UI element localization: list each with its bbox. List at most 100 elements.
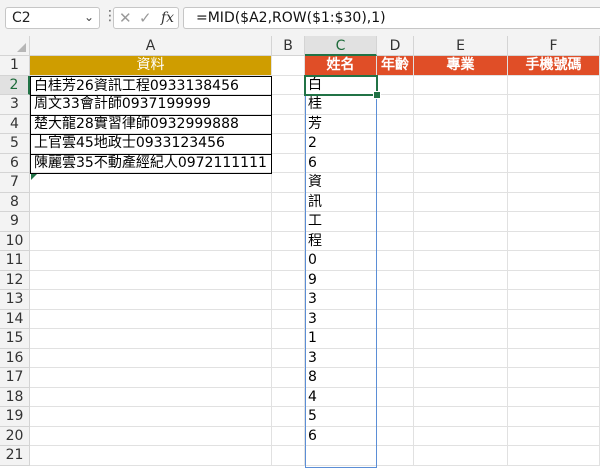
cell-e8[interactable] [414, 192, 508, 212]
cell-c15[interactable]: 1 [305, 329, 377, 349]
row-header-11[interactable]: 11 [0, 251, 30, 271]
cell-a12[interactable] [30, 270, 272, 290]
cell-c5[interactable]: 2 [305, 134, 377, 154]
cell-c18[interactable]: 4 [305, 387, 377, 407]
cell-b18[interactable] [272, 387, 305, 407]
cell-a10[interactable] [30, 231, 272, 251]
cell-a20[interactable] [30, 426, 272, 446]
header-f1[interactable]: 手機號碼 [508, 56, 600, 76]
cell-c17[interactable]: 8 [305, 368, 377, 388]
worksheet-grid[interactable]: A B C D E F 1 2 3 4 5 6 7 8 9 10 11 12 13 14 15 16 17 18 19 20 21 資… [0, 36, 600, 468]
header-e1[interactable]: 專業 [414, 56, 508, 76]
cell-f10[interactable] [508, 231, 600, 251]
row-header-8[interactable]: 8 [0, 192, 30, 212]
cell-b4[interactable] [272, 114, 305, 134]
row-header-16[interactable]: 16 [0, 348, 30, 368]
cell-c9[interactable]: 工 [305, 212, 377, 232]
cell-e6[interactable] [414, 153, 508, 173]
cell-f13[interactable] [508, 290, 600, 310]
cell-a9[interactable] [30, 212, 272, 232]
cell-b7[interactable] [272, 173, 305, 193]
cell-e10[interactable] [414, 231, 508, 251]
header-a1[interactable]: 資料 [30, 56, 272, 76]
cell-c2[interactable]: 白 [305, 75, 377, 95]
row-header-18[interactable]: 18 [0, 387, 30, 407]
row-header-1[interactable]: 1 [0, 56, 30, 76]
cell-f9[interactable] [508, 212, 600, 232]
row-header-6[interactable]: 6 [0, 153, 30, 173]
cell-a2[interactable]: 白桂芳26資訊工程0933138456 [30, 75, 272, 96]
header-d1[interactable]: 年齡 [377, 56, 414, 76]
cell-c11[interactable]: 0 [305, 251, 377, 271]
cell-d21[interactable] [377, 446, 414, 466]
cell-e3[interactable] [414, 95, 508, 115]
close-icon[interactable]: ✕ [119, 9, 132, 27]
cell-a7[interactable] [30, 173, 272, 193]
cell-a18[interactable] [30, 387, 272, 407]
cell-d19[interactable] [377, 407, 414, 427]
cell-d16[interactable] [377, 348, 414, 368]
cell-c3[interactable]: 桂 [305, 95, 377, 115]
cell-f17[interactable] [508, 368, 600, 388]
cell-d2[interactable] [377, 75, 414, 95]
cell-e9[interactable] [414, 212, 508, 232]
cell-e13[interactable] [414, 290, 508, 310]
insert-function-button[interactable]: fx [161, 10, 174, 26]
cell-d12[interactable] [377, 270, 414, 290]
cell-c19[interactable]: 5 [305, 407, 377, 427]
cell-b20[interactable] [272, 426, 305, 446]
cell-b6[interactable] [272, 153, 305, 173]
cell-a15[interactable] [30, 329, 272, 349]
cell-d18[interactable] [377, 387, 414, 407]
cell-e20[interactable] [414, 426, 508, 446]
row-header-14[interactable]: 14 [0, 309, 30, 329]
cell-f12[interactable] [508, 270, 600, 290]
cell-f6[interactable] [508, 153, 600, 173]
cell-b1[interactable] [272, 56, 305, 76]
cell-e18[interactable] [414, 387, 508, 407]
cell-b2[interactable] [272, 75, 305, 95]
cell-f2[interactable] [508, 75, 600, 95]
cell-e17[interactable] [414, 368, 508, 388]
column-header-a[interactable]: A [30, 36, 272, 56]
cell-e12[interactable] [414, 270, 508, 290]
column-header-d[interactable]: D [377, 36, 414, 56]
cell-d3[interactable] [377, 95, 414, 115]
cell-d8[interactable] [377, 192, 414, 212]
row-header-7[interactable]: 7 [0, 173, 30, 193]
cell-f15[interactable] [508, 329, 600, 349]
cell-d17[interactable] [377, 368, 414, 388]
cell-b5[interactable] [272, 134, 305, 154]
cell-f21[interactable] [508, 446, 600, 466]
cell-e5[interactable] [414, 134, 508, 154]
cell-c21[interactable] [305, 446, 377, 466]
cell-a8[interactable] [30, 192, 272, 212]
cell-a14[interactable] [30, 309, 272, 329]
cell-c10[interactable]: 程 [305, 231, 377, 251]
cell-f3[interactable] [508, 95, 600, 115]
error-indicator-icon[interactable] [31, 174, 37, 180]
row-header-5[interactable]: 5 [0, 134, 30, 154]
cell-f19[interactable] [508, 407, 600, 427]
row-header-17[interactable]: 17 [0, 368, 30, 388]
cell-a16[interactable] [30, 348, 272, 368]
chevron-down-icon[interactable]: ⌄ [84, 10, 94, 24]
cell-a6[interactable]: 陳麗雲35不動產經紀人0972111111 [30, 153, 272, 174]
cell-b14[interactable] [272, 309, 305, 329]
row-header-2[interactable]: 2 [0, 75, 30, 95]
cell-d6[interactable] [377, 153, 414, 173]
name-box[interactable]: C2 ⌄ [5, 7, 100, 29]
cell-a5[interactable]: 上官雲45地政士0933123456 [30, 134, 272, 155]
cell-c6[interactable]: 6 [305, 153, 377, 173]
cell-b9[interactable] [272, 212, 305, 232]
cell-f18[interactable] [508, 387, 600, 407]
row-header-9[interactable]: 9 [0, 212, 30, 232]
cell-b8[interactable] [272, 192, 305, 212]
cell-f5[interactable] [508, 134, 600, 154]
cell-e4[interactable] [414, 114, 508, 134]
cell-e14[interactable] [414, 309, 508, 329]
cell-b11[interactable] [272, 251, 305, 271]
cell-a21[interactable] [30, 446, 272, 466]
column-header-e[interactable]: E [414, 36, 508, 56]
row-header-19[interactable]: 19 [0, 407, 30, 427]
